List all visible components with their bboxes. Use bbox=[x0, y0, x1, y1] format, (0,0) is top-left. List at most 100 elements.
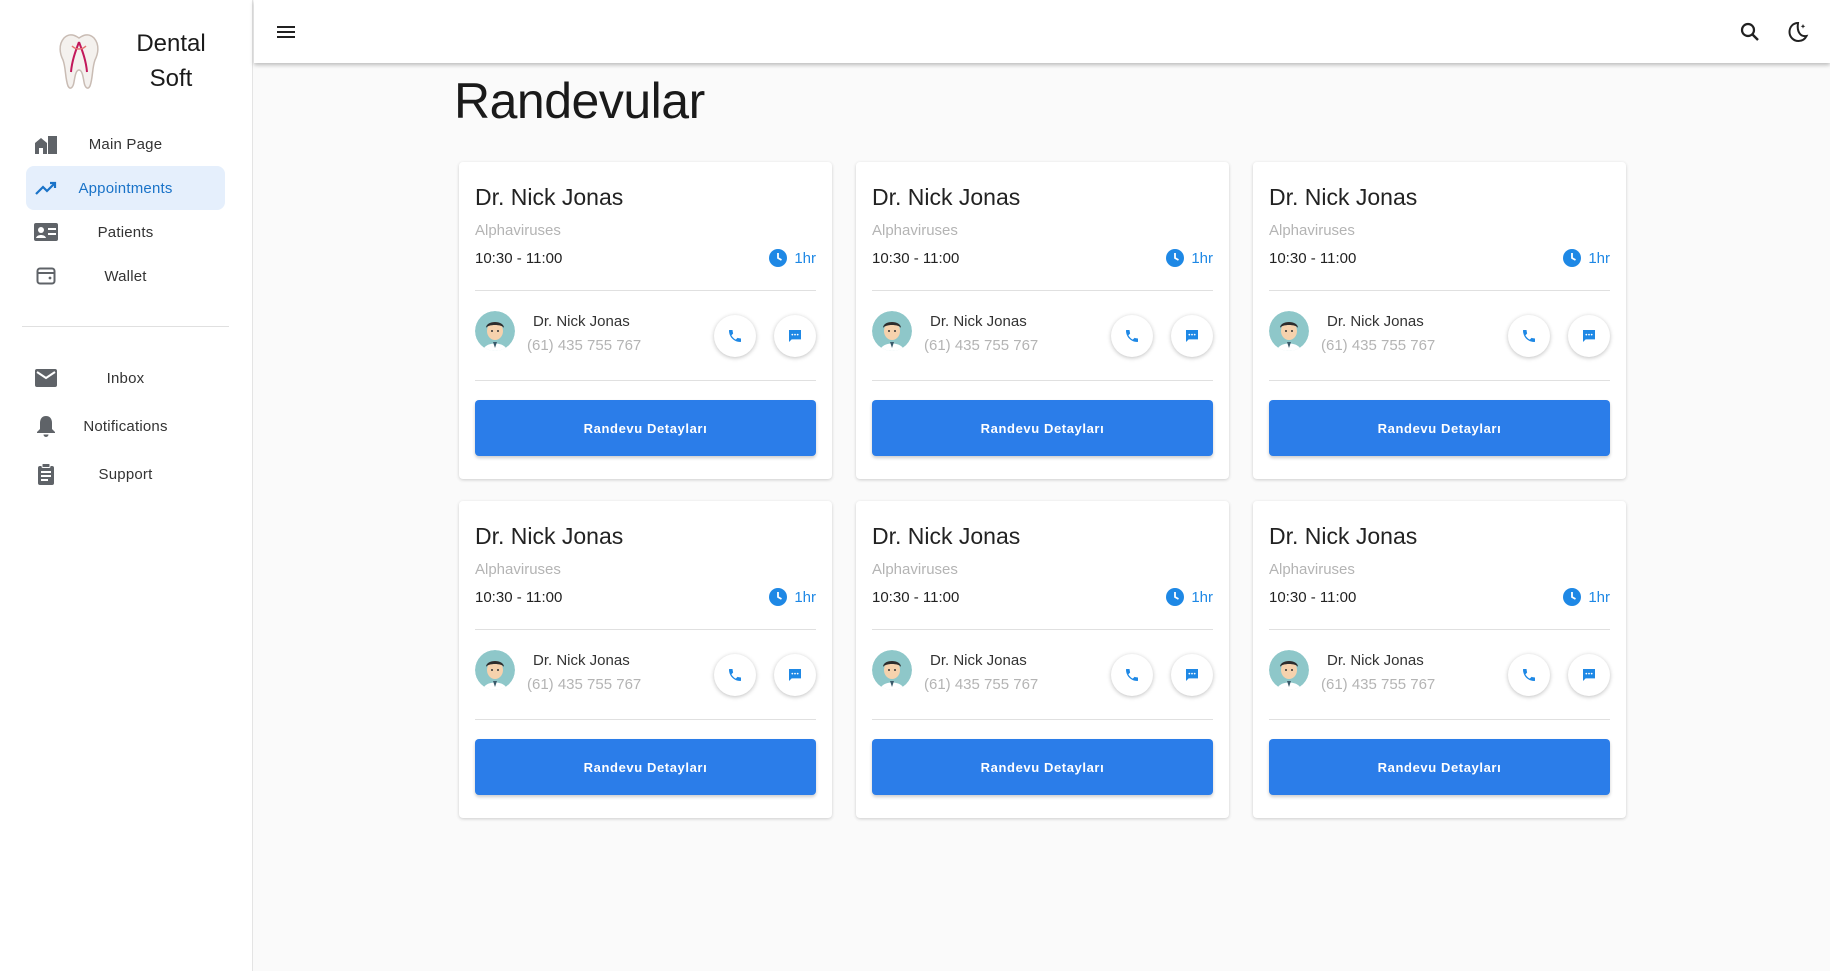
appointment-card: Dr. Nick Jonas Alphaviruses 10:30 - 11:0… bbox=[856, 162, 1229, 479]
doctor-name: Dr. Nick Jonas bbox=[872, 523, 1021, 549]
call-button[interactable] bbox=[714, 654, 756, 696]
wallet-icon bbox=[34, 265, 58, 287]
divider bbox=[475, 629, 816, 630]
appointment-time: 10:30 - 11:00 bbox=[475, 250, 563, 267]
appointment-details-button[interactable]: Randevu Detayları bbox=[475, 739, 816, 795]
search-icon[interactable] bbox=[1738, 20, 1762, 44]
divider bbox=[1269, 290, 1610, 291]
call-button[interactable] bbox=[1508, 315, 1550, 357]
phone-icon bbox=[1523, 330, 1535, 342]
phone-icon bbox=[729, 669, 741, 681]
chat-icon bbox=[1186, 330, 1198, 342]
contact-name: Dr. Nick Jonas bbox=[930, 652, 1027, 669]
appointment-time: 10:30 - 11:00 bbox=[872, 250, 960, 267]
duration-text: 1hr bbox=[1588, 588, 1610, 606]
duration-text: 1hr bbox=[794, 249, 816, 267]
doctor-name: Dr. Nick Jonas bbox=[475, 184, 624, 210]
contact-name: Dr. Nick Jonas bbox=[1327, 313, 1424, 330]
doctor-name: Dr. Nick Jonas bbox=[1269, 184, 1418, 210]
contact-name: Dr. Nick Jonas bbox=[1327, 652, 1424, 669]
appointment-details-button[interactable]: Randevu Detayları bbox=[872, 739, 1213, 795]
building-icon bbox=[34, 133, 58, 155]
clock-icon bbox=[1563, 249, 1582, 267]
clock-icon bbox=[769, 588, 788, 606]
clock-icon bbox=[1166, 588, 1185, 606]
brand-line-1: Dental bbox=[136, 30, 206, 57]
moon-icon[interactable] bbox=[1786, 20, 1810, 44]
sidebar-item-appointments[interactable]: Appointments bbox=[26, 166, 225, 210]
clock-icon bbox=[1563, 588, 1582, 606]
contact-name: Dr. Nick Jonas bbox=[533, 652, 630, 669]
specialty: Alphaviruses bbox=[1269, 222, 1355, 239]
chat-icon bbox=[1583, 330, 1595, 342]
sidebar-item-support[interactable]: Support bbox=[26, 450, 225, 498]
mail-icon bbox=[34, 367, 58, 389]
avatar bbox=[1269, 311, 1309, 351]
appointment-details-button[interactable]: Randevu Detayları bbox=[872, 400, 1213, 456]
sidebar-item-main-page[interactable]: Main Page bbox=[26, 122, 225, 166]
appointment-time: 10:30 - 11:00 bbox=[872, 589, 960, 606]
trending-up-icon bbox=[34, 177, 58, 199]
sidebar-item-inbox[interactable]: Inbox bbox=[26, 354, 225, 402]
appointment-details-button[interactable]: Randevu Detayları bbox=[475, 400, 816, 456]
avatar bbox=[872, 311, 912, 351]
chat-icon bbox=[1583, 669, 1595, 681]
appointment-details-button[interactable]: Randevu Detayları bbox=[1269, 739, 1610, 795]
contact-phone: (61) 435 755 767 bbox=[924, 337, 1039, 354]
doctor-name: Dr. Nick Jonas bbox=[475, 523, 624, 549]
duration-text: 1hr bbox=[794, 588, 816, 606]
message-button[interactable] bbox=[1171, 315, 1213, 357]
call-button[interactable] bbox=[1508, 654, 1550, 696]
tooth-logo-icon bbox=[59, 34, 99, 89]
appointment-card: Dr. Nick Jonas Alphaviruses 10:30 - 11:0… bbox=[1253, 501, 1626, 818]
doctor-name: Dr. Nick Jonas bbox=[1269, 523, 1418, 549]
call-button[interactable] bbox=[1111, 315, 1153, 357]
avatar bbox=[1269, 650, 1309, 690]
divider bbox=[1269, 629, 1610, 630]
divider bbox=[475, 380, 816, 381]
call-button[interactable] bbox=[1111, 654, 1153, 696]
appointment-card: Dr. Nick Jonas Alphaviruses 10:30 - 11:0… bbox=[1253, 162, 1626, 479]
avatar bbox=[872, 650, 912, 690]
avatar bbox=[475, 311, 515, 351]
avatar bbox=[475, 650, 515, 690]
phone-icon bbox=[729, 330, 741, 342]
sidebar: Dental Soft Main Page Appointments Patie… bbox=[0, 0, 253, 971]
message-button[interactable] bbox=[1171, 654, 1213, 696]
appointment-time: 10:30 - 11:00 bbox=[1269, 589, 1357, 606]
contact-phone: (61) 435 755 767 bbox=[1321, 676, 1436, 693]
phone-icon bbox=[1126, 669, 1138, 681]
brand[interactable]: Dental Soft bbox=[56, 26, 236, 96]
menu-icon[interactable] bbox=[274, 20, 298, 44]
duration-text: 1hr bbox=[1191, 588, 1213, 606]
message-button[interactable] bbox=[1568, 654, 1610, 696]
contact-phone: (61) 435 755 767 bbox=[527, 337, 642, 354]
call-button[interactable] bbox=[714, 315, 756, 357]
phone-icon bbox=[1126, 330, 1138, 342]
specialty: Alphaviruses bbox=[1269, 561, 1355, 578]
top-app-bar bbox=[254, 0, 1830, 63]
message-button[interactable] bbox=[774, 654, 816, 696]
duration-badge: 1hr bbox=[1562, 248, 1610, 268]
divider bbox=[872, 719, 1213, 720]
specialty: Alphaviruses bbox=[872, 561, 958, 578]
message-button[interactable] bbox=[1568, 315, 1610, 357]
appointment-details-button[interactable]: Randevu Detayları bbox=[1269, 400, 1610, 456]
brand-line-2: Soft bbox=[149, 65, 193, 92]
chat-icon bbox=[789, 669, 801, 681]
contact-name: Dr. Nick Jonas bbox=[930, 313, 1027, 330]
sidebar-item-patients[interactable]: Patients bbox=[26, 210, 225, 254]
specialty: Alphaviruses bbox=[475, 222, 561, 239]
duration-badge: 1hr bbox=[1165, 587, 1213, 607]
message-button[interactable] bbox=[774, 315, 816, 357]
divider bbox=[872, 290, 1213, 291]
sidebar-item-notifications[interactable]: Notifications bbox=[26, 402, 225, 450]
contact-phone: (61) 435 755 767 bbox=[527, 676, 642, 693]
sidebar-item-wallet[interactable]: Wallet bbox=[26, 254, 225, 298]
page-title: Randevular bbox=[454, 73, 705, 129]
divider bbox=[1269, 719, 1610, 720]
appointment-card: Dr. Nick Jonas Alphaviruses 10:30 - 11:0… bbox=[856, 501, 1229, 818]
contact-phone: (61) 435 755 767 bbox=[924, 676, 1039, 693]
duration-badge: 1hr bbox=[768, 587, 816, 607]
chat-icon bbox=[1186, 669, 1198, 681]
